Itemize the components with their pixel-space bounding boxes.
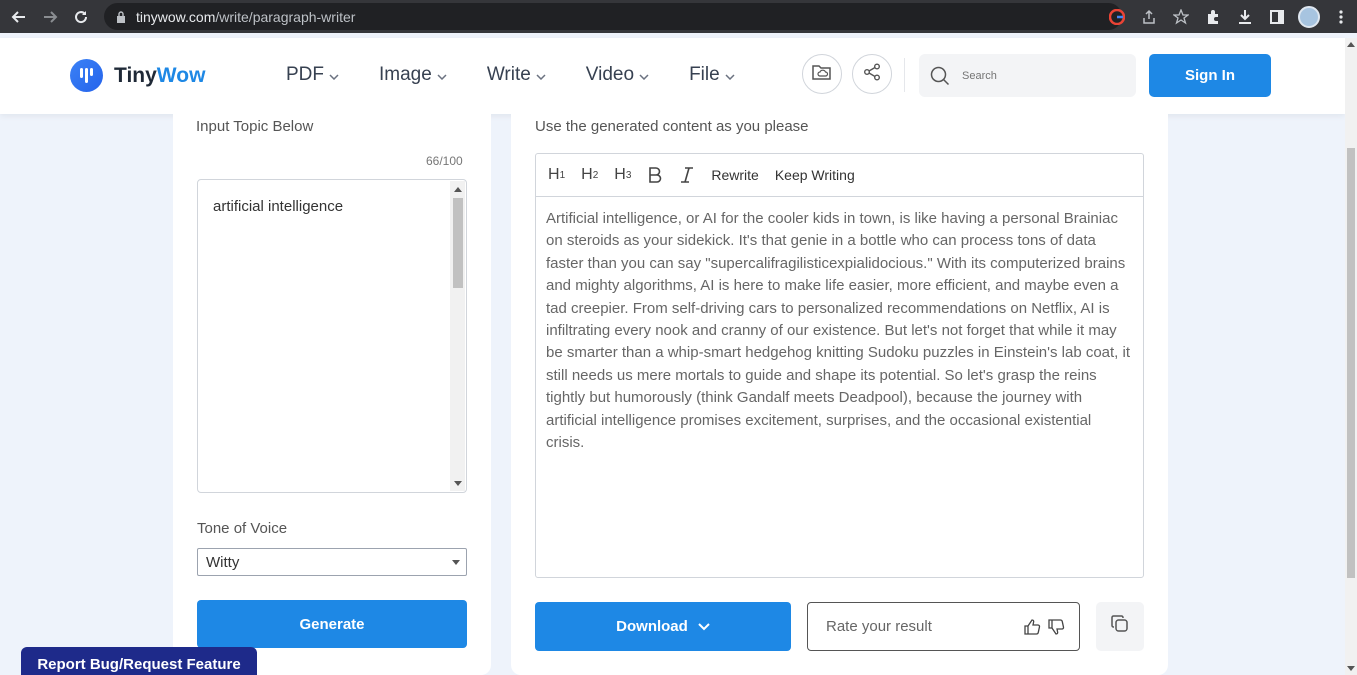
scroll-up-icon[interactable] [454, 187, 462, 192]
scrollbar-thumb[interactable] [1347, 148, 1355, 578]
scrollbar-thumb[interactable] [453, 198, 463, 288]
rewrite-button[interactable]: Rewrite [711, 167, 758, 183]
editor-toolbar: H1 H2 H3 Rewrite Keep Writing [536, 154, 1143, 197]
logo[interactable]: TinyWow [70, 59, 205, 92]
italic-icon[interactable] [679, 166, 695, 184]
download-icon[interactable] [1229, 9, 1261, 25]
extensions-icon[interactable] [1197, 9, 1229, 25]
share-button[interactable] [852, 54, 892, 94]
profile-avatar[interactable] [1293, 5, 1325, 28]
folder-cloud-icon [812, 63, 832, 86]
tone-selected-value: Witty [206, 553, 240, 571]
heading-2-button[interactable]: H2 [581, 166, 598, 184]
copy-icon [1110, 614, 1130, 639]
forward-icon[interactable] [38, 5, 62, 29]
address-bar[interactable]: tinywow.com/write/paragraph-writer [104, 3, 1122, 30]
search-icon [930, 66, 950, 86]
logo-icon [70, 59, 103, 92]
reload-icon[interactable] [69, 5, 93, 29]
google-icon[interactable] [1101, 8, 1133, 25]
input-topic-label: Input Topic Below [196, 118, 314, 135]
output-panel: Use the generated content as you please … [511, 114, 1168, 675]
chevron-down-icon [329, 64, 339, 86]
scroll-down-icon[interactable] [1347, 666, 1355, 671]
generated-paragraph[interactable]: Artificial intelligence, or AI for the c… [536, 197, 1143, 454]
bold-icon[interactable] [647, 166, 663, 184]
download-button[interactable]: Download [535, 602, 791, 651]
output-hint: Use the generated content as you please [535, 118, 809, 135]
heading-3-button[interactable]: H3 [614, 166, 631, 184]
report-bug-button[interactable]: Report Bug/Request Feature [21, 647, 257, 675]
nav-pdf[interactable]: PDF [286, 64, 339, 86]
output-editor: H1 H2 H3 Rewrite Keep Writing Artificial… [535, 153, 1144, 578]
nav-image[interactable]: Image [379, 64, 447, 86]
input-panel: Input Topic Below 66/100 artificial inte… [173, 114, 491, 675]
rate-label: Rate your result [826, 618, 932, 635]
tone-select[interactable]: Witty [197, 548, 467, 576]
keep-writing-button[interactable]: Keep Writing [775, 167, 855, 183]
my-files-button[interactable] [802, 54, 842, 94]
side-panel-icon[interactable] [1261, 9, 1293, 25]
download-label: Download [616, 618, 688, 635]
textarea-scrollbar[interactable] [450, 181, 465, 491]
chevron-down-icon [698, 618, 710, 635]
url-text: tinywow.com/write/paragraph-writer [136, 8, 356, 25]
star-icon[interactable] [1165, 8, 1197, 25]
dropdown-arrow-icon [452, 560, 460, 565]
chevron-down-icon [725, 64, 735, 86]
thumbs-up-icon[interactable] [1023, 618, 1041, 636]
heading-1-button[interactable]: H1 [548, 166, 565, 184]
main-nav: PDF Image Write Video File [286, 64, 775, 86]
copy-button[interactable] [1096, 602, 1144, 651]
sign-in-button[interactable]: Sign In [1149, 54, 1271, 97]
back-icon[interactable] [7, 5, 31, 29]
search-box[interactable] [919, 54, 1136, 97]
share-nodes-icon [863, 63, 881, 86]
chevron-down-icon [639, 64, 649, 86]
rate-result-box: Rate your result [807, 602, 1080, 651]
browser-toolbar: tinywow.com/write/paragraph-writer [0, 0, 1357, 33]
topic-input[interactable]: artificial intelligence [198, 180, 448, 480]
generate-button[interactable]: Generate [197, 600, 467, 648]
share-icon[interactable] [1133, 9, 1165, 25]
menu-icon[interactable] [1325, 9, 1357, 25]
header-divider [904, 58, 905, 92]
nav-file[interactable]: File [689, 64, 735, 86]
scroll-down-icon[interactable] [454, 481, 462, 486]
logo-text: TinyWow [114, 63, 206, 87]
topic-input-container: artificial intelligence [197, 179, 467, 493]
thumbs-down-icon[interactable] [1047, 618, 1065, 636]
page-scrollbar[interactable] [1345, 38, 1357, 675]
nav-video[interactable]: Video [586, 64, 649, 86]
chevron-down-icon [437, 64, 447, 86]
lock-icon [116, 10, 126, 23]
character-counter: 66/100 [426, 154, 463, 168]
chevron-down-icon [536, 64, 546, 86]
nav-write[interactable]: Write [487, 64, 546, 86]
site-header: TinyWow PDF Image Write Video File Sign … [0, 38, 1345, 114]
scroll-up-icon[interactable] [1347, 42, 1355, 47]
search-input[interactable] [962, 69, 1112, 82]
tone-label: Tone of Voice [197, 520, 288, 537]
